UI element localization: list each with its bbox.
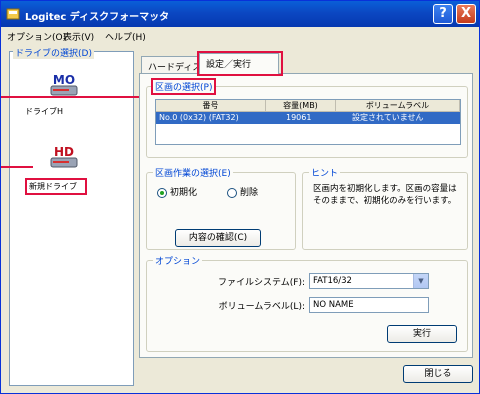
drive-list[interactable]: MO ドライブH HD 新規ドライブ xyxy=(9,51,134,386)
settings-panel: 区画の選択(P) 番号 容量(MB) ボリュームラベル No.0 (0x32) … xyxy=(139,73,473,358)
mo-icon-text: MO xyxy=(53,73,75,87)
chevron-down-icon[interactable]: ▼ xyxy=(413,274,428,288)
row-number: No.0 (0x32) (FAT32) xyxy=(159,113,239,122)
column-header-volume-label[interactable]: ボリュームラベル xyxy=(336,100,460,112)
hd-drive-icon: HD xyxy=(47,144,81,174)
menu-bar: オプション(O) 表示(V) ヘルプ(H) xyxy=(1,27,479,44)
close-button[interactable]: 閉じる xyxy=(403,365,473,383)
menu-view[interactable]: 表示(V) xyxy=(63,30,94,43)
radio-initialize-dot[interactable] xyxy=(157,187,167,198)
row-capacity: 19061 xyxy=(286,113,312,122)
execute-button[interactable]: 実行 xyxy=(387,325,457,343)
app-window: Logitec ディスクフォーマッタ ? X オプション(O) 表示(V) ヘル… xyxy=(0,0,480,394)
partition-group: 区画の選択(P) 番号 容量(MB) ボリュームラベル No.0 (0x32) … xyxy=(146,78,468,158)
row-volume-label: 設定されていません xyxy=(352,113,424,122)
hint-text: 区画内を初期化します。区画の容量はそのままで、初期化のみを行います。 xyxy=(313,184,457,206)
radio-initialize[interactable]: 初期化 xyxy=(157,185,197,198)
help-button[interactable]: ? xyxy=(433,4,453,24)
options-group: オプション ファイルシステム(F): FAT16/32 ▼ ボリュームラベル(L… xyxy=(146,254,468,352)
hint-group: ヒント 区画内を初期化します。区画の容量はそのままで、初期化のみを行います。 xyxy=(302,166,468,250)
tab-settings-execute[interactable]: 設定／実行 xyxy=(199,53,279,74)
drive-label-hd: 新規ドライブ xyxy=(25,178,87,195)
operation-group: 区画作業の選択(E) 初期化 削除 内容の確認(C) xyxy=(146,166,296,250)
hd-icon-text: HD xyxy=(54,145,74,159)
app-icon xyxy=(6,8,20,20)
radio-delete-label: 削除 xyxy=(240,188,259,198)
callout-line-drive xyxy=(1,166,33,168)
column-header-capacity[interactable]: 容量(MB) xyxy=(266,100,336,112)
filesystem-label: ファイルシステム(F): xyxy=(218,278,305,288)
column-header-number[interactable]: 番号 xyxy=(156,100,266,112)
drive-item-hd[interactable]: HD 新規ドライブ xyxy=(25,144,95,204)
content-check-button[interactable]: 内容の確認(C) xyxy=(175,229,261,247)
window-title: Logitec ディスクフォーマッタ xyxy=(25,12,170,23)
hint-caption: ヒント xyxy=(309,166,341,179)
filesystem-value: FAT16/32 xyxy=(313,276,352,286)
title-bar[interactable]: Logitec ディスクフォーマッタ ? X xyxy=(1,1,479,27)
filesystem-select[interactable]: FAT16/32 ▼ xyxy=(309,273,429,289)
radio-delete-dot[interactable] xyxy=(227,187,237,198)
radio-initialize-label: 初期化 xyxy=(170,188,198,198)
tab-harddisk[interactable]: ハードディスク xyxy=(141,56,210,73)
operation-caption: 区画作業の選択(E) xyxy=(153,166,233,179)
close-window-button[interactable]: X xyxy=(456,4,476,24)
volume-label-label: ボリュームラベル(L): xyxy=(218,302,305,312)
callout-line-partition xyxy=(1,96,141,98)
partition-caption: 区画の選択(P) xyxy=(151,78,217,95)
options-caption: オプション xyxy=(153,254,203,267)
menu-help[interactable]: ヘルプ(H) xyxy=(105,30,146,43)
drive-list-caption: ドライブの選択(D) xyxy=(13,46,94,59)
partition-table[interactable]: 番号 容量(MB) ボリュームラベル No.0 (0x32) (FAT32) 1… xyxy=(155,99,461,145)
volume-label-input[interactable]: NO NAME xyxy=(309,297,429,313)
drive-item-mo[interactable]: MO ドライブH xyxy=(25,72,95,132)
menu-options[interactable]: オプション(O) xyxy=(7,30,66,43)
drive-label-mo: ドライブH xyxy=(25,107,64,116)
radio-delete[interactable]: 削除 xyxy=(227,185,258,198)
